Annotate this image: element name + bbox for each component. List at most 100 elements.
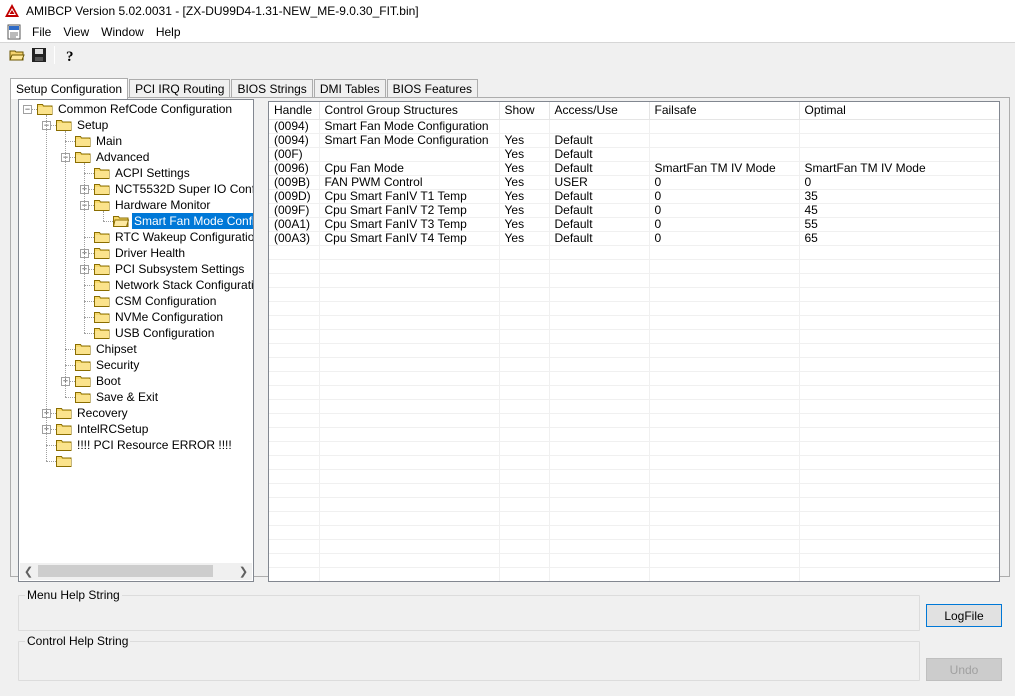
table-cell[interactable]: (009B) bbox=[269, 175, 320, 190]
table-cell[interactable] bbox=[499, 119, 550, 134]
table-cell[interactable]: Default bbox=[549, 133, 650, 148]
tree-node[interactable]: Network Stack Configuration bbox=[94, 277, 253, 293]
table-cell[interactable]: Default bbox=[549, 203, 650, 218]
table-cell[interactable]: Cpu Smart FanIV T2 Temp bbox=[319, 203, 500, 218]
tree-node[interactable]: RTC Wakeup Configuration bbox=[94, 229, 253, 245]
tree-node[interactable]: NVMe Configuration bbox=[94, 309, 225, 325]
table-cell[interactable]: Yes bbox=[499, 133, 550, 148]
table-cell[interactable]: SmartFan TM IV Mode bbox=[799, 161, 999, 176]
tab-bios-features[interactable]: BIOS Features bbox=[386, 79, 478, 98]
column-header[interactable]: Optimal bbox=[799, 102, 999, 120]
table-cell[interactable]: Yes bbox=[499, 161, 550, 176]
table-cell[interactable]: 0 bbox=[799, 175, 999, 190]
table-cell[interactable] bbox=[319, 147, 500, 162]
tree-node[interactable]: !!!! PCI Resource ERROR !!!! bbox=[56, 437, 234, 453]
control-grid[interactable]: Handle Control Group Structures Show Access… bbox=[268, 101, 1000, 582]
table-cell[interactable]: 0 bbox=[649, 203, 800, 218]
table-cell[interactable]: Cpu Smart FanIV T3 Temp bbox=[319, 217, 500, 232]
table-cell[interactable]: 0 bbox=[649, 217, 800, 232]
table-cell[interactable]: FAN PWM Control bbox=[319, 175, 500, 190]
table-row[interactable]: (009B) FAN PWM Control Yes USER 0 0 bbox=[269, 175, 999, 190]
table-cell[interactable]: Default bbox=[549, 147, 650, 162]
table-row[interactable]: (00A3) Cpu Smart FanIV T4 Temp Yes Default 0… bbox=[269, 231, 999, 246]
table-row[interactable]: (0094) Smart Fan Mode Configuration Yes Def… bbox=[269, 133, 999, 148]
tree-node[interactable]: PCI Subsystem Settings bbox=[94, 261, 246, 277]
save-button[interactable] bbox=[28, 44, 50, 66]
table-cell[interactable]: Yes bbox=[499, 217, 550, 232]
scroll-thumb[interactable] bbox=[38, 565, 213, 577]
tree-node[interactable]: Driver Health bbox=[94, 245, 187, 261]
table-cell[interactable] bbox=[549, 119, 650, 134]
table-cell[interactable]: (00F) bbox=[269, 147, 320, 162]
table-cell[interactable]: SmartFan TM IV Mode bbox=[649, 161, 800, 176]
table-cell[interactable] bbox=[649, 133, 800, 148]
tree-node[interactable]: Boot bbox=[75, 373, 123, 389]
table-cell[interactable]: Cpu Smart FanIV T4 Temp bbox=[319, 231, 500, 246]
scroll-right-icon[interactable]: ❯ bbox=[235, 563, 252, 580]
tree-node[interactable] bbox=[56, 453, 79, 469]
table-cell[interactable] bbox=[799, 133, 999, 148]
tab-setup-configuration[interactable]: Setup Configuration bbox=[10, 78, 129, 99]
table-row[interactable]: (0094) Smart Fan Mode Configuration bbox=[269, 119, 999, 134]
table-cell[interactable]: 35 bbox=[799, 189, 999, 204]
table-cell[interactable] bbox=[649, 119, 800, 134]
tab-dmi-tables[interactable]: DMI Tables bbox=[313, 79, 386, 98]
tree-node[interactable]: Advanced bbox=[75, 149, 151, 165]
tree-node[interactable]: USB Configuration bbox=[94, 325, 216, 341]
tree-node[interactable]: Common RefCode Configuration bbox=[37, 101, 234, 117]
table-cell[interactable] bbox=[649, 147, 800, 162]
table-row[interactable]: (009F) Cpu Smart FanIV T2 Temp Yes Default 0… bbox=[269, 203, 999, 218]
logfile-button[interactable]: LogFile bbox=[926, 604, 1002, 627]
menu-window[interactable]: Window bbox=[95, 25, 150, 39]
table-row[interactable]: (0096) Cpu Fan Mode Yes Default SmartFan TM … bbox=[269, 161, 999, 176]
table-row[interactable]: (009D) Cpu Smart FanIV T1 Temp Yes Default 0… bbox=[269, 189, 999, 204]
table-cell[interactable]: (00A3) bbox=[269, 231, 320, 246]
tab-bios-strings[interactable]: BIOS Strings bbox=[231, 79, 313, 98]
tree-node[interactable]: Save & Exit bbox=[75, 389, 160, 405]
table-cell[interactable]: Yes bbox=[499, 203, 550, 218]
tree-node[interactable]: ACPI Settings bbox=[94, 165, 192, 181]
menu-file[interactable]: File bbox=[26, 25, 57, 39]
column-header[interactable]: Control Group Structures bbox=[319, 102, 500, 120]
column-header[interactable]: Show bbox=[499, 102, 550, 120]
tree-node[interactable]: Security bbox=[75, 357, 141, 373]
scroll-left-icon[interactable]: ❮ bbox=[20, 563, 37, 580]
table-cell[interactable]: Smart Fan Mode Configuration bbox=[319, 133, 500, 148]
table-cell[interactable]: Smart Fan Mode Configuration bbox=[319, 119, 500, 134]
table-cell[interactable] bbox=[799, 119, 999, 134]
column-header[interactable]: Failsafe bbox=[649, 102, 800, 120]
table-cell[interactable]: Default bbox=[549, 231, 650, 246]
document-icon[interactable] bbox=[6, 24, 22, 40]
tree-node[interactable]: Chipset bbox=[75, 341, 139, 357]
table-cell[interactable]: USER bbox=[549, 175, 650, 190]
help-button[interactable]: ? bbox=[59, 44, 81, 66]
tree-node[interactable]: Recovery bbox=[56, 405, 130, 421]
menu-view[interactable]: View bbox=[57, 25, 95, 39]
undo-button[interactable]: Undo bbox=[926, 658, 1002, 681]
setup-tree-view[interactable]: ❮ ❯ Common RefCode Configuration − Setup − M… bbox=[18, 99, 254, 582]
open-button[interactable] bbox=[6, 44, 28, 66]
table-cell[interactable]: Cpu Fan Mode bbox=[319, 161, 500, 176]
tree-node[interactable]: Hardware Monitor bbox=[94, 197, 212, 213]
tree-horizontal-scrollbar[interactable]: ❮ ❯ bbox=[20, 563, 252, 580]
table-cell[interactable]: 0 bbox=[649, 175, 800, 190]
table-cell[interactable]: (00A1) bbox=[269, 217, 320, 232]
table-cell[interactable]: 0 bbox=[649, 189, 800, 204]
tree-node[interactable]: CSM Configuration bbox=[94, 293, 218, 309]
tree-node[interactable]: NCT5532D Super IO Configu bbox=[94, 181, 253, 197]
table-cell[interactable]: Yes bbox=[499, 189, 550, 204]
tree-node[interactable]: IntelRCSetup bbox=[56, 421, 150, 437]
table-row[interactable]: (00F) Yes Default bbox=[269, 147, 999, 162]
tree-node[interactable]: Smart Fan Mode Configu bbox=[113, 212, 253, 230]
table-cell[interactable]: Yes bbox=[499, 175, 550, 190]
menu-help[interactable]: Help bbox=[150, 25, 187, 39]
table-cell[interactable]: (0096) bbox=[269, 161, 320, 176]
table-cell[interactable]: Yes bbox=[499, 231, 550, 246]
table-cell[interactable]: Default bbox=[549, 217, 650, 232]
table-cell[interactable]: 55 bbox=[799, 217, 999, 232]
table-cell[interactable]: (0094) bbox=[269, 119, 320, 134]
table-cell[interactable]: (009F) bbox=[269, 203, 320, 218]
table-cell[interactable]: 45 bbox=[799, 203, 999, 218]
table-cell[interactable]: Default bbox=[549, 189, 650, 204]
table-cell[interactable]: Cpu Smart FanIV T1 Temp bbox=[319, 189, 500, 204]
